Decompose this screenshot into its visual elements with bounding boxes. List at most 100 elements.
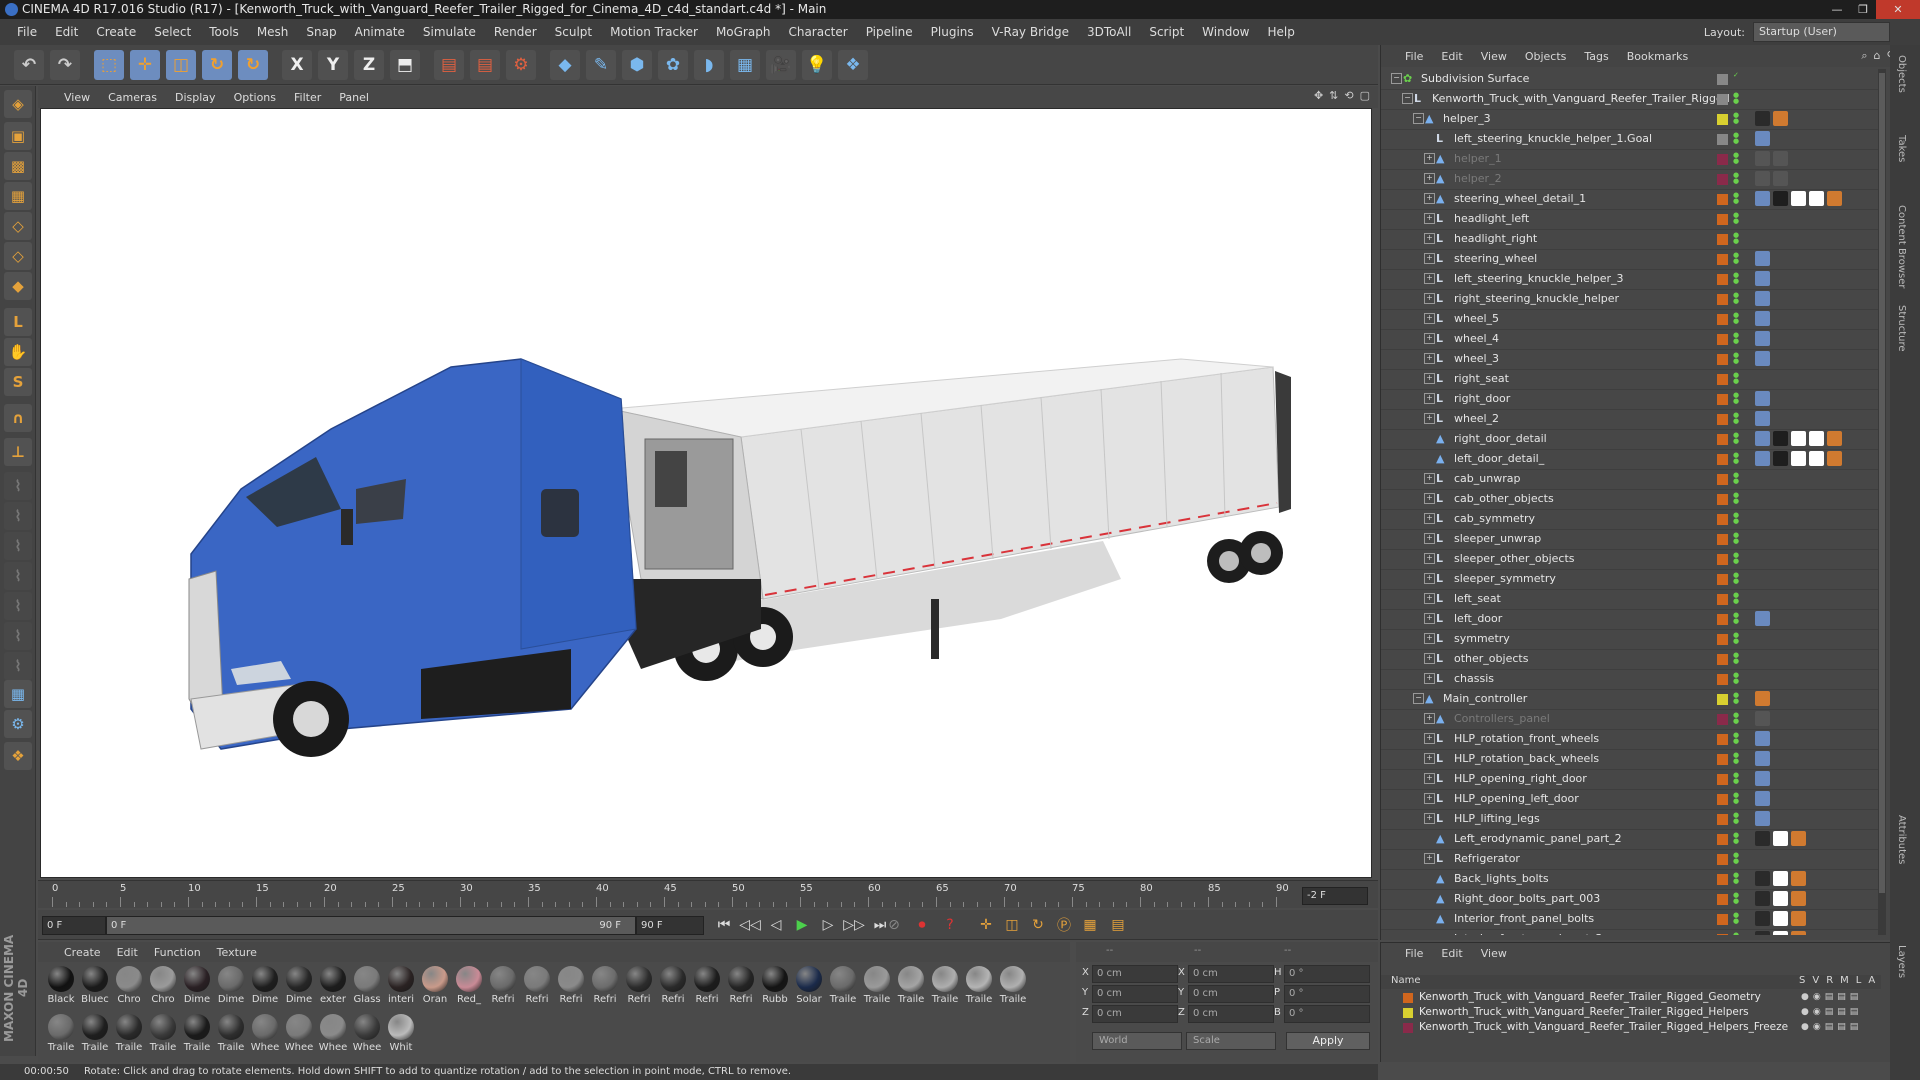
layer-color-swatch[interactable] — [1717, 694, 1728, 705]
object-row[interactable]: ▲ Left_erodynamic_panel_part_2 ● ● — [1381, 829, 1881, 850]
visibility-dots[interactable]: ● ● — [1733, 792, 1739, 805]
object-row[interactable]: + L HLP_opening_right_door ● ● — [1381, 769, 1881, 790]
material-swatch[interactable]: Traile — [962, 964, 996, 1010]
visibility-dots[interactable]: ● ● — [1733, 912, 1739, 925]
layer-color-swatch[interactable] — [1717, 734, 1728, 745]
visibility-dots[interactable]: ● ● — [1733, 412, 1739, 425]
go-to-start-icon[interactable]: ⏮ — [712, 914, 736, 936]
end-frame-field[interactable]: 90 F — [636, 916, 704, 935]
material-swatch[interactable]: Refri — [690, 964, 724, 1010]
rotate-icon[interactable]: ↻ — [202, 49, 232, 80]
side-tab-attributes[interactable]: Attributes — [1896, 815, 1907, 864]
expand-toggle[interactable]: + — [1424, 213, 1435, 224]
layer-color-swatch[interactable] — [1717, 494, 1728, 505]
layer-color-swatch[interactable] — [1717, 114, 1728, 125]
visibility-dots[interactable]: ● ● — [1733, 572, 1739, 585]
perspective-viewport[interactable] — [40, 108, 1372, 878]
object-row[interactable]: + Lother_objects ● ● — [1381, 649, 1881, 670]
expand-toggle[interactable]: + — [1424, 813, 1435, 824]
sculpt-7-icon[interactable]: ⌇ — [4, 652, 32, 680]
menu-mograph[interactable]: MoGraph — [707, 25, 780, 39]
viewport-move-icon[interactable]: ✥ — [1314, 89, 1323, 102]
object-row[interactable]: ▲ left_door_detail_ ● ● — [1381, 449, 1881, 470]
tag-icon[interactable] — [1755, 751, 1770, 766]
object-row[interactable]: + Lcab_unwrap ● ● — [1381, 469, 1881, 490]
timeline-window-icon[interactable]: ▤ — [1106, 914, 1130, 936]
expand-toggle[interactable]: + — [1424, 633, 1435, 644]
layer-color-swatch[interactable] — [1717, 634, 1728, 645]
visibility-dots[interactable]: ● ● — [1733, 432, 1739, 445]
sculpt-5-icon[interactable]: ⌇ — [4, 592, 32, 620]
menu-snap[interactable]: Snap — [297, 25, 345, 39]
tag-icon[interactable] — [1773, 151, 1788, 166]
pen-icon[interactable]: ✎ — [586, 49, 616, 80]
layer-color-swatch[interactable] — [1717, 754, 1728, 765]
viewport-rotate-icon[interactable]: ⟲ — [1344, 89, 1353, 102]
start-frame-field[interactable]: 0 F — [42, 916, 106, 935]
expand-toggle[interactable]: − — [1402, 93, 1413, 104]
tag-icon[interactable] — [1755, 771, 1770, 786]
layer-color-swatch[interactable] — [1717, 914, 1728, 925]
home-icon[interactable]: ⌂ — [1874, 49, 1881, 63]
side-tab-objects[interactable]: Objects — [1896, 55, 1907, 93]
tag-icon[interactable] — [1755, 831, 1770, 846]
undo-icon[interactable]: ↶ — [14, 49, 44, 80]
visibility-dots[interactable]: ● ● — [1733, 352, 1739, 365]
object-row[interactable]: + Lleft_steering_knuckle_helper_3 ● ● — [1381, 269, 1881, 290]
expand-toggle[interactable]: + — [1424, 793, 1435, 804]
tag-icon[interactable] — [1791, 451, 1806, 466]
tag-icon[interactable] — [1755, 151, 1770, 166]
next-key-icon[interactable]: ▷▷ — [842, 914, 866, 936]
light-icon[interactable]: 💡 — [802, 49, 832, 80]
object-row[interactable]: + Lsleeper_symmetry ● ● — [1381, 569, 1881, 590]
layer-color-swatch[interactable] — [1717, 214, 1728, 225]
visibility-dots[interactable]: ● ● — [1733, 172, 1739, 185]
coord-field[interactable]: 0 ° — [1284, 965, 1370, 983]
tag-icon[interactable] — [1755, 291, 1770, 306]
object-menu-edit[interactable]: Edit — [1441, 50, 1462, 63]
expand-toggle[interactable]: + — [1424, 713, 1435, 724]
menu-animate[interactable]: Animate — [346, 25, 414, 39]
layer-color-swatch[interactable] — [1717, 474, 1728, 485]
expand-toggle[interactable]: + — [1424, 253, 1435, 264]
menu-window[interactable]: Window — [1193, 25, 1258, 39]
layer-color-swatch[interactable] — [1717, 894, 1728, 905]
layer-menu-view[interactable]: View — [1481, 947, 1507, 960]
material-swatch[interactable]: Traile — [214, 1012, 248, 1058]
menu-render[interactable]: Render — [485, 25, 546, 39]
object-row[interactable]: ▲ Interior_front_panel_bolts ● ● — [1381, 909, 1881, 930]
render-settings-icon[interactable]: ⚙ — [506, 49, 536, 80]
object-row[interactable]: + Lcab_symmetry ● ● — [1381, 509, 1881, 530]
tag-icon[interactable] — [1755, 351, 1770, 366]
material-swatch[interactable]: Dime — [282, 964, 316, 1010]
object-menu-tags[interactable]: Tags — [1584, 50, 1608, 63]
frame-range-slider[interactable]: 0 F 90 F — [106, 916, 636, 935]
object-row[interactable]: + Lright_steering_knuckle_helper ● ● — [1381, 289, 1881, 310]
python-icon[interactable]: ❖ — [4, 742, 32, 770]
expand-toggle[interactable]: + — [1424, 573, 1435, 584]
material-swatch[interactable]: Whit — [384, 1012, 418, 1058]
tag-icon[interactable] — [1755, 811, 1770, 826]
tag-icon[interactable] — [1755, 931, 1770, 935]
tag-icon[interactable] — [1809, 451, 1824, 466]
sculpt-4-icon[interactable]: ⌇ — [4, 562, 32, 590]
key-move-icon[interactable]: ✛ — [974, 914, 998, 936]
sculpt-3-icon[interactable]: ⌇ — [4, 532, 32, 560]
material-menu-edit[interactable]: Edit — [117, 946, 138, 959]
visibility-dots[interactable]: ● ● — [1733, 772, 1739, 785]
tag-icon[interactable] — [1791, 931, 1806, 935]
layer-toggle-icons[interactable]: ●◉▤▤▤ — [1801, 1022, 1862, 1032]
texture-mode-icon[interactable]: ▩ — [4, 152, 32, 180]
visibility-dots[interactable]: ● ● — [1733, 132, 1739, 145]
tag-icon[interactable] — [1773, 911, 1788, 926]
viewport-zoom-icon[interactable]: ⇅ — [1329, 89, 1338, 102]
object-row[interactable]: + L Refrigerator ● ● — [1381, 849, 1881, 870]
viewport-menu-filter[interactable]: Filter — [294, 91, 321, 104]
tag-icon[interactable] — [1773, 191, 1788, 206]
material-swatch[interactable]: Refri — [656, 964, 690, 1010]
layer-menu-file[interactable]: File — [1405, 947, 1423, 960]
side-tab-takes[interactable]: Takes — [1896, 135, 1907, 162]
tag-icon[interactable] — [1773, 431, 1788, 446]
visibility-dots[interactable]: ● ● — [1733, 812, 1739, 825]
visibility-dots[interactable]: ● ● — [1733, 852, 1739, 865]
